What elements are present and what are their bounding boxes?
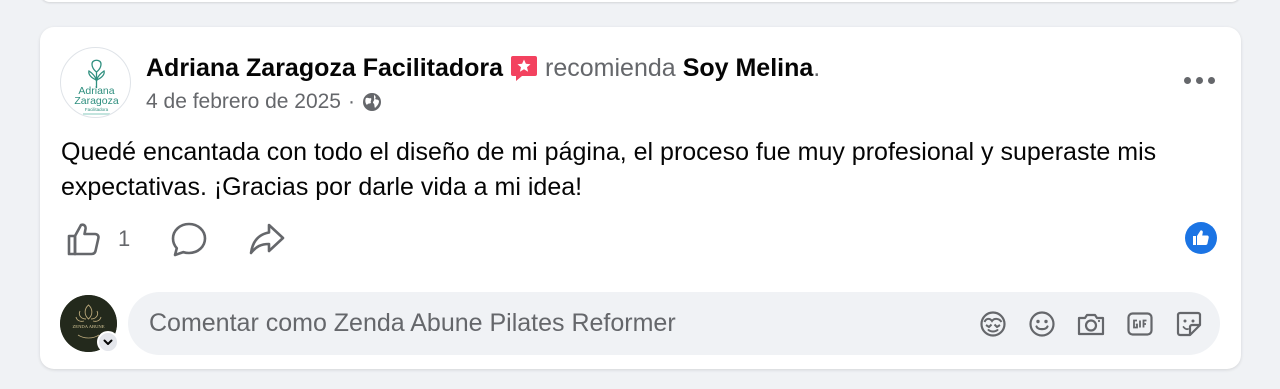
comment-button[interactable] — [170, 220, 208, 258]
post-date[interactable]: 4 de febrero de 2025 — [146, 90, 341, 114]
gif-icon[interactable] — [1125, 309, 1155, 339]
share-icon — [248, 220, 286, 258]
author-avatar[interactable]: Adriana Zaragoza Facilitadora — [60, 47, 131, 118]
chevron-down-icon[interactable] — [97, 331, 119, 353]
camera-icon[interactable] — [1076, 309, 1106, 339]
meta-separator: · — [348, 90, 355, 113]
composer-tools — [959, 309, 1204, 339]
post-meta: 4 de febrero de 2025 · — [146, 89, 382, 115]
comment-icon — [170, 220, 208, 258]
more-options-button[interactable] — [1179, 67, 1219, 93]
like-reaction-icon[interactable] — [1185, 222, 1217, 254]
globe-icon — [362, 92, 382, 112]
sticker-icon[interactable] — [1174, 309, 1204, 339]
emoji-icon[interactable] — [1027, 309, 1057, 339]
logo-line2: Zaragoza — [74, 95, 119, 107]
logo-line3: Facilitadora — [85, 107, 109, 112]
post-actions: 1 — [64, 219, 286, 259]
share-button[interactable] — [248, 220, 286, 258]
post-text: Quedé encantada con todo el diseño de mi… — [61, 138, 1157, 201]
thumbs-up-icon — [64, 220, 102, 258]
previous-post-card-edge — [40, 0, 1241, 2]
comment-input[interactable] — [149, 303, 959, 344]
like-count: 1 — [118, 226, 131, 251]
header-period: . — [813, 53, 821, 82]
commenter-avatar-text: ZENDA ABUNE — [72, 324, 104, 329]
avatar-sticker-icon[interactable] — [978, 309, 1008, 339]
like-button[interactable]: 1 — [64, 220, 130, 258]
logo-image: Adriana Zaragoza Facilitadora — [74, 59, 119, 115]
more-dot-icon — [1195, 76, 1203, 84]
recommended-page-name[interactable]: Soy Melina — [683, 54, 814, 83]
comment-composer[interactable] — [128, 292, 1220, 355]
more-dot-icon — [1183, 76, 1191, 84]
recommend-label: recomienda — [545, 53, 676, 82]
review-post-card: Adriana Zaragoza Facilitadora Adriana Za… — [40, 27, 1241, 369]
author-name[interactable]: Adriana Zaragoza Facilitadora — [146, 54, 503, 83]
recommend-badge-icon — [509, 53, 539, 83]
post-header: Adriana Zaragoza Facilitadora recomienda… — [146, 52, 820, 84]
more-dot-icon — [1207, 76, 1215, 84]
